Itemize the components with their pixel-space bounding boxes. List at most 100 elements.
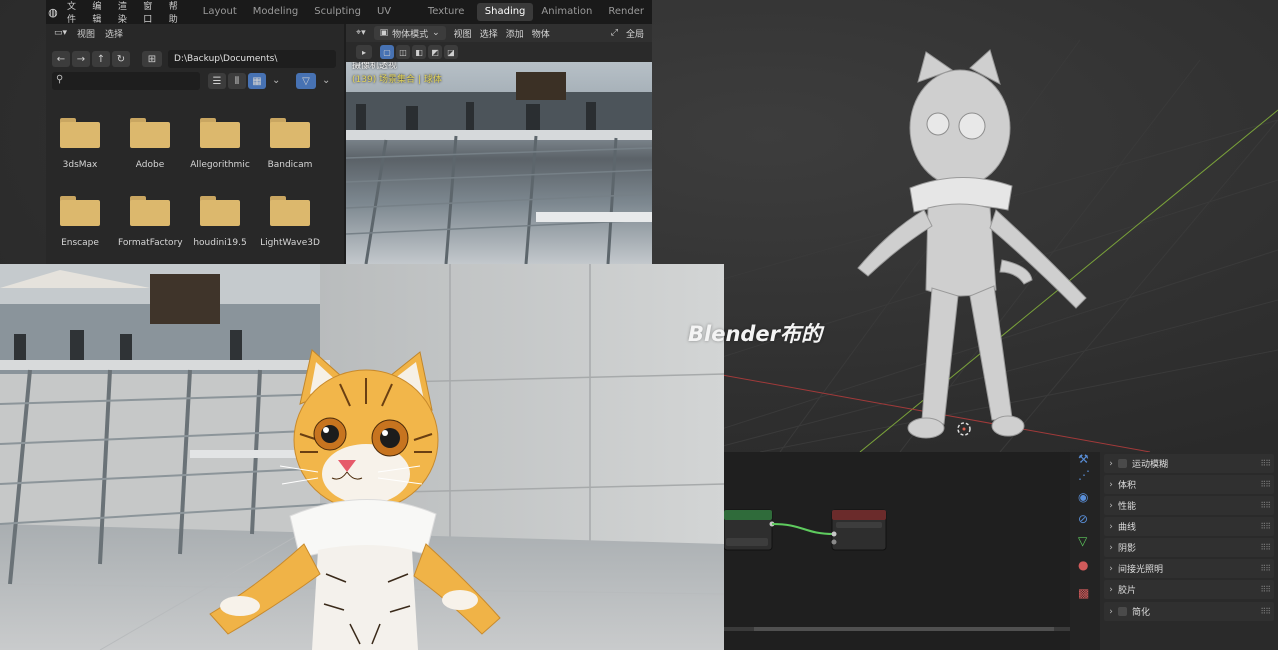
view-menu[interactable]: 视图: [454, 27, 472, 40]
folder-icon: [200, 196, 240, 226]
texture-icon[interactable]: ▩: [1078, 586, 1089, 600]
folder-item[interactable]: FormatFactory: [118, 196, 183, 248]
folder-item[interactable]: 3dsMax: [48, 118, 112, 170]
panel-label: 阴影: [1118, 544, 1137, 554]
panel-motion-blur[interactable]: › 运动模糊 ⠿⠿: [1104, 454, 1274, 473]
drag-grip-icon[interactable]: ⠿⠿: [1260, 501, 1271, 510]
filter-icon[interactable]: ▽: [296, 73, 316, 89]
select-menu[interactable]: 选择: [480, 27, 498, 40]
menu-edit[interactable]: 编辑: [85, 0, 110, 25]
drag-grip-icon[interactable]: ⠿⠿: [1260, 543, 1271, 552]
checkbox[interactable]: [1118, 607, 1127, 616]
select-extend-icon[interactable]: ◫: [396, 45, 410, 59]
object-data-icon[interactable]: ▽: [1078, 534, 1087, 548]
select-subtract-icon[interactable]: ◧: [412, 45, 426, 59]
drag-grip-icon[interactable]: ⠿⠿: [1260, 607, 1271, 616]
panel-indirect-lighting[interactable]: › 间接光照明 ⠿⠿: [1104, 559, 1274, 578]
folder-menu-icon[interactable]: ▭▾: [54, 28, 67, 38]
drag-grip-icon[interactable]: ⠿⠿: [1260, 459, 1271, 468]
forward-arrow-icon[interactable]: →: [72, 51, 90, 67]
menu-bar: ◍ 文件 编辑 渲染 窗口 帮助 Layout Modeling Sculpti…: [46, 0, 652, 35]
panel-label: 运动模糊: [1132, 460, 1169, 470]
panel-label: 曲线: [1118, 523, 1137, 533]
add-menu[interactable]: 添加: [506, 27, 524, 40]
tab-render[interactable]: Render: [600, 3, 652, 21]
render-result-image: [0, 264, 724, 650]
folder-item[interactable]: LightWave3D: [258, 196, 322, 248]
folder-icon: [200, 118, 240, 148]
camera-render-preview: 摄像机透视 (139) 场景集合 | 球体: [346, 62, 652, 264]
watermark-text: Blender布的: [688, 322, 823, 346]
select-intersect-icon[interactable]: ◪: [444, 45, 458, 59]
chevron-right-icon: ›: [1109, 606, 1113, 617]
shader-node-editor[interactable]: [724, 452, 1070, 650]
properties-tab-strip: ⚒ ⋰ ◉ ⊘ ▽ ● ▩: [1070, 452, 1100, 650]
constraint-icon[interactable]: ⊘: [1078, 512, 1088, 526]
drag-grip-icon[interactable]: ⠿⠿: [1260, 480, 1271, 489]
menu-render[interactable]: 渲染: [111, 0, 136, 25]
physics-icon[interactable]: ◉: [1078, 490, 1088, 504]
search-input[interactable]: ⚲: [52, 72, 200, 90]
chevron-down-icon[interactable]: ⌄: [272, 75, 280, 86]
select-tool-icon[interactable]: ▸: [356, 45, 372, 59]
tab-shading[interactable]: Shading: [476, 3, 534, 21]
select-invert-icon[interactable]: ◩: [428, 45, 442, 59]
refresh-icon[interactable]: ↻: [112, 51, 130, 67]
panel-shadows[interactable]: › 阴影 ⠿⠿: [1104, 538, 1274, 557]
panel-film[interactable]: › 胶片 ⠿⠿: [1104, 580, 1274, 599]
folder-item[interactable]: houdini19.5: [188, 196, 252, 248]
global-label[interactable]: 全局: [626, 27, 652, 40]
properties-panel: › 运动模糊 ⠿⠿ › 体积 ⠿⠿ › 性能 ⠿⠿ › 曲线 ⠿⠿ › 阴影 ⠿…: [1100, 452, 1278, 650]
select-box-icon[interactable]: ▢: [380, 45, 394, 59]
blender-logo-icon[interactable]: ◍: [46, 6, 60, 19]
transform-orientation-icon[interactable]: ⤢: [611, 28, 618, 38]
folder-item[interactable]: Enscape: [48, 196, 112, 248]
object-menu[interactable]: 物体: [532, 27, 550, 40]
texture-node: [724, 509, 775, 551]
display-columns-icon[interactable]: ⫴: [228, 73, 246, 89]
folder-label: FormatFactory: [118, 238, 183, 248]
drag-grip-icon[interactable]: ⠿⠿: [1260, 585, 1271, 594]
material-icon[interactable]: ●: [1078, 558, 1088, 572]
menu-file[interactable]: 文件: [60, 0, 85, 25]
filter-chevron-icon[interactable]: ⌄: [322, 75, 330, 86]
chevron-right-icon: ›: [1109, 542, 1113, 553]
checkbox[interactable]: [1118, 459, 1127, 468]
panel-volumetrics[interactable]: › 体积 ⠿⠿: [1104, 475, 1274, 494]
chevron-right-icon: ›: [1109, 458, 1113, 469]
display-thumbnails-icon[interactable]: ▦: [248, 73, 266, 89]
drag-grip-icon[interactable]: ⠿⠿: [1260, 522, 1271, 531]
tab-animation[interactable]: Animation: [533, 3, 600, 21]
folder-label: Allegorithmic: [190, 160, 250, 170]
panel-performance[interactable]: › 性能 ⠿⠿: [1104, 496, 1274, 515]
panel-simplify[interactable]: › 简化 ⠿⠿: [1104, 602, 1274, 621]
particles-icon[interactable]: ⋰: [1078, 468, 1090, 482]
fb-menu-select[interactable]: 选择: [105, 27, 123, 40]
mode-label: 物体模式: [392, 29, 429, 40]
path-field[interactable]: D:\Backup\Documents\: [168, 50, 336, 68]
cat-model[interactable]: [840, 40, 1110, 450]
mode-selector[interactable]: ▣ 物体模式 ⌄: [373, 26, 446, 40]
folder-item[interactable]: Bandicam: [258, 118, 322, 170]
camera-viewport[interactable]: ⌖▾ ▣ 物体模式 ⌄ 视图 选择 添加 物体 ⤢ 全局 ▸ ▢ ◫ ◧ ◩ ◪: [346, 24, 652, 264]
folder-item[interactable]: Adobe: [118, 118, 182, 170]
tab-uv-editing[interactable]: UV Editing: [369, 3, 420, 35]
panel-curves[interactable]: › 曲线 ⠿⠿: [1104, 517, 1274, 536]
fb-menu-view[interactable]: 视图: [77, 27, 95, 40]
tab-layout[interactable]: Layout: [195, 3, 245, 21]
wrench-icon[interactable]: ⚒: [1078, 452, 1089, 466]
tab-texture-paint[interactable]: Texture Paint: [420, 3, 477, 35]
menu-window[interactable]: 窗口: [136, 0, 161, 25]
new-folder-icon[interactable]: ⊞: [142, 51, 162, 67]
editor-type-icon[interactable]: ⌖▾: [356, 28, 366, 38]
tab-sculpting[interactable]: Sculpting: [306, 3, 369, 21]
back-arrow-icon[interactable]: ←: [52, 51, 70, 67]
tab-modeling[interactable]: Modeling: [245, 3, 307, 21]
display-list-icon[interactable]: ☰: [208, 73, 226, 89]
parent-directory-icon[interactable]: ↑: [92, 51, 110, 67]
menu-help[interactable]: 帮助: [162, 0, 187, 25]
drag-grip-icon[interactable]: ⠿⠿: [1260, 564, 1271, 573]
folder-icon: [60, 196, 100, 226]
view-name-label: 摄像机透视: [352, 62, 398, 71]
folder-item[interactable]: Allegorithmic: [188, 118, 252, 170]
